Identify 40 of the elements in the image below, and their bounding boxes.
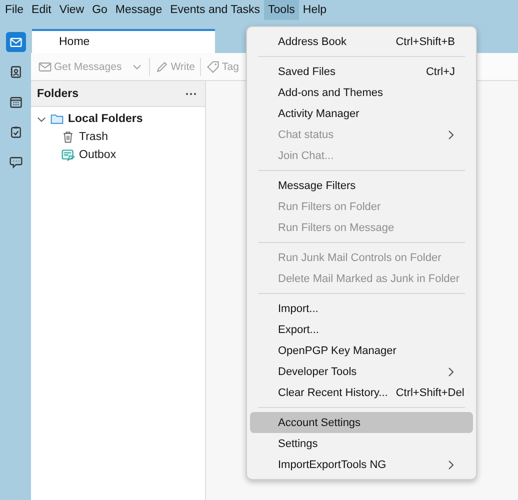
contact-card-icon [8,65,22,79]
menu-bar-item[interactable]: View [55,0,88,20]
chevron-down-icon[interactable] [37,114,46,124]
tab[interactable]: Home [32,29,215,53]
menu-bar-item[interactable]: Edit [28,0,56,20]
envelope-icon [38,60,52,74]
folder-name[interactable]: Outbox [79,149,116,161]
menu-item[interactable]: Account Settings [250,412,473,433]
menu-item[interactable]: Developer Tools [250,361,473,382]
menu-item[interactable]: Add-ons and Themes [250,82,473,103]
menu-bar-item[interactable]: Events and Tasks [166,0,264,20]
menu-item[interactable]: Message Filters [250,175,473,196]
trash-icon [61,130,75,144]
pane-title: Folders [37,88,79,100]
menu-item[interactable]: Import... [250,298,473,319]
folder-name[interactable]: Local Folders [68,113,143,125]
more-icon[interactable] [185,92,197,96]
menu-item[interactable]: Saved Files Ctrl+J [250,61,473,82]
menu-item[interactable]: OpenPGP Key Manager [250,340,473,361]
menu-bar-item[interactable]: Go [88,0,112,20]
menu-item[interactable]: Address Book Ctrl+Shift+B [250,31,473,52]
tag-icon [206,60,220,74]
menu-bar-item[interactable]: Tools [264,0,299,20]
menu-item[interactable]: Clear Recent History... Ctrl+Shift+Del [250,382,473,403]
menu-item[interactable]: ImportExportTools NG [250,454,473,475]
menu-bar-item[interactable]: Message [111,0,166,20]
folder-name[interactable]: Trash [79,131,108,143]
menu-item[interactable]: Activity Manager [250,103,473,124]
speech-bubble-icon [8,155,22,169]
menu-bar-item[interactable]: Help [298,0,331,20]
mail-space-button[interactable] [6,32,26,52]
folder-icon [50,112,64,126]
envelope-icon [8,35,22,49]
checklist-icon [8,125,22,139]
pencil-icon [154,60,169,74]
menu-bar-item[interactable]: File [1,0,28,20]
calendar-icon [8,95,22,109]
outbox-icon [61,148,75,162]
menu-item[interactable]: Export... [250,319,473,340]
menu-item[interactable]: Settings [250,433,473,454]
